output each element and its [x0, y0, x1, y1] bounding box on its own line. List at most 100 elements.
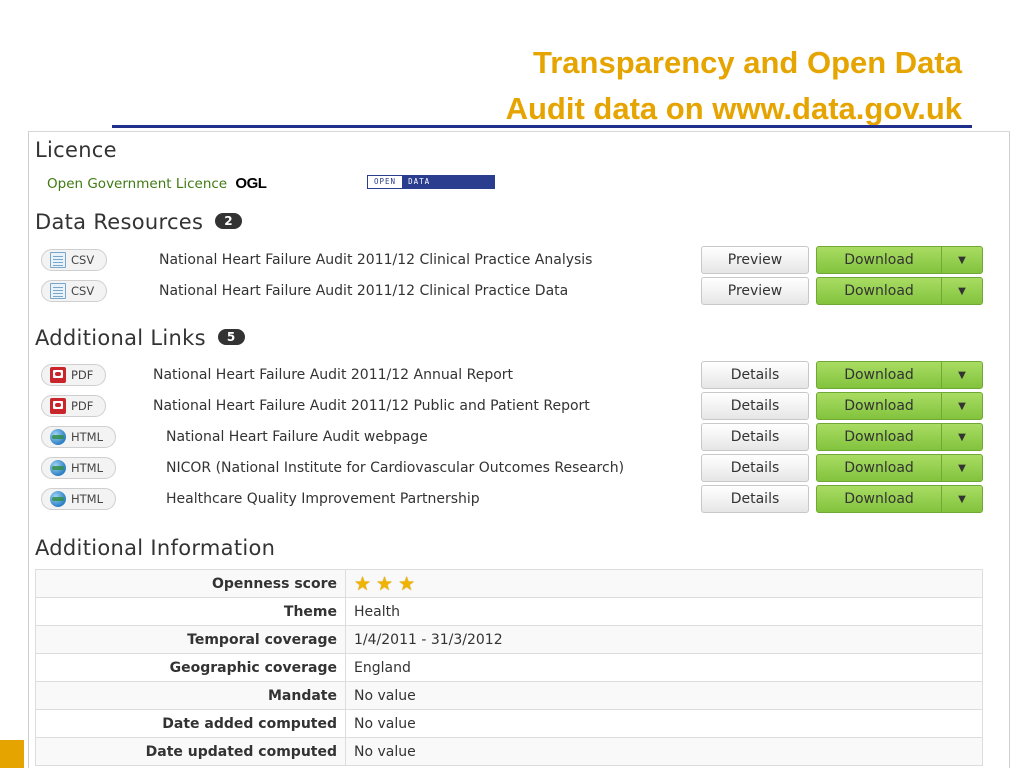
- additional-links-count-badge: 5: [217, 329, 245, 345]
- details-button[interactable]: Details: [701, 392, 809, 420]
- format-label: CSV: [71, 284, 95, 298]
- details-button[interactable]: Details: [701, 485, 809, 513]
- download-button[interactable]: Download: [816, 361, 942, 389]
- data-resources-heading: Data Resources 2: [35, 210, 242, 234]
- resource-title[interactable]: National Heart Failure Audit webpage: [166, 423, 699, 451]
- format-badge[interactable]: CSV: [41, 280, 108, 302]
- format-badge[interactable]: HTML: [41, 426, 117, 448]
- info-key: Temporal coverage: [35, 625, 346, 654]
- format-label: HTML: [71, 492, 104, 506]
- resource-row: CSV National Heart Failure Audit 2011/12 …: [41, 277, 985, 305]
- details-button[interactable]: Details: [701, 423, 809, 451]
- resource-row: CSV National Heart Failure Audit 2011/12 …: [41, 246, 985, 274]
- table-row: Date added computed No value: [35, 709, 983, 738]
- data-resources-title: Data Resources: [35, 210, 204, 234]
- slide-title-line-1: Transparency and Open Data: [533, 45, 962, 80]
- star-icon: ★: [354, 572, 372, 595]
- format-label: PDF: [71, 368, 94, 382]
- licence-row: Open Government Licence OGL: [47, 175, 267, 192]
- resource-row: PDF National Heart Failure Audit 2011/12 …: [41, 361, 985, 389]
- globe-icon: [50, 460, 66, 476]
- info-key: Theme: [35, 597, 346, 626]
- format-label: HTML: [71, 461, 104, 475]
- info-value: No value: [345, 737, 983, 766]
- preview-button[interactable]: Preview: [701, 246, 809, 274]
- table-row: Date updated computed No value: [35, 737, 983, 766]
- open-data-badge-right: DATA: [402, 176, 494, 188]
- caret-down-icon[interactable]: ▼: [941, 361, 983, 389]
- info-key: Mandate: [35, 681, 346, 710]
- format-label: HTML: [71, 430, 104, 444]
- download-button[interactable]: Download: [816, 485, 942, 513]
- caret-down-icon[interactable]: ▼: [941, 392, 983, 420]
- additional-links-title: Additional Links: [35, 326, 206, 350]
- resource-row: HTML Healthcare Quality Improvement Partn…: [41, 485, 985, 513]
- open-data-badge: OPEN DATA: [367, 175, 495, 189]
- title-underline: [112, 125, 972, 128]
- resource-title[interactable]: Healthcare Quality Improvement Partnersh…: [166, 485, 699, 513]
- download-button[interactable]: Download: [816, 423, 942, 451]
- details-button[interactable]: Details: [701, 454, 809, 482]
- download-button[interactable]: Download: [816, 277, 942, 305]
- globe-icon: [50, 429, 66, 445]
- resource-row: HTML NICOR (National Institute for Cardio…: [41, 454, 985, 482]
- resource-title[interactable]: National Heart Failure Audit 2011/12 Pub…: [153, 392, 699, 420]
- info-key: Date updated computed: [35, 737, 346, 766]
- table-row: Mandate No value: [35, 681, 983, 710]
- caret-down-icon[interactable]: ▼: [941, 454, 983, 482]
- table-row: Geographic coverage England: [35, 653, 983, 682]
- pdf-icon: [50, 367, 66, 383]
- format-label: PDF: [71, 399, 94, 413]
- download-button[interactable]: Download: [816, 392, 942, 420]
- info-value: No value: [345, 681, 983, 710]
- resource-title[interactable]: National Heart Failure Audit 2011/12 Ann…: [153, 361, 699, 389]
- format-badge[interactable]: HTML: [41, 488, 117, 510]
- info-value: No value: [345, 709, 983, 738]
- data-resources-count-badge: 2: [215, 213, 242, 229]
- openness-score-value: ★ ★ ★: [345, 569, 983, 598]
- download-button[interactable]: Download: [816, 454, 942, 482]
- additional-links-heading: Additional Links 5: [35, 326, 245, 350]
- licence-heading: Licence: [35, 138, 117, 162]
- csv-icon: [50, 252, 66, 268]
- slide-title: Transparency and Open Data Audit data on…: [506, 40, 962, 132]
- table-row: Temporal coverage 1/4/2011 - 31/3/2012: [35, 625, 983, 654]
- caret-down-icon[interactable]: ▼: [941, 246, 983, 274]
- info-value: 1/4/2011 - 31/3/2012: [345, 625, 983, 654]
- star-icon: ★: [376, 572, 394, 595]
- openness-score-label: Openness score: [35, 569, 346, 598]
- resource-title[interactable]: National Heart Failure Audit 2011/12 Cli…: [159, 246, 699, 274]
- format-badge[interactable]: CSV: [41, 249, 108, 271]
- info-key: Geographic coverage: [35, 653, 346, 682]
- format-badge[interactable]: PDF: [41, 364, 107, 386]
- info-value: England: [345, 653, 983, 682]
- caret-down-icon[interactable]: ▼: [941, 423, 983, 451]
- licence-link[interactable]: Open Government Licence: [47, 176, 227, 192]
- format-badge[interactable]: PDF: [41, 395, 107, 417]
- format-label: CSV: [71, 253, 95, 267]
- accent-square: [0, 740, 24, 768]
- additional-info-heading: Additional Information: [35, 536, 276, 560]
- additional-info-table: Openness score ★ ★ ★ Theme Health Temporal c…: [35, 569, 983, 766]
- caret-down-icon[interactable]: ▼: [941, 277, 983, 305]
- info-key: Date added computed: [35, 709, 346, 738]
- resource-title[interactable]: NICOR (National Institute for Cardiovasc…: [166, 454, 699, 482]
- open-data-badge-left: OPEN: [368, 176, 403, 188]
- caret-down-icon[interactable]: ▼: [941, 485, 983, 513]
- preview-button[interactable]: Preview: [701, 277, 809, 305]
- format-badge[interactable]: HTML: [41, 457, 117, 479]
- dataset-panel: Licence Open Government Licence OGL OPEN…: [28, 131, 1010, 768]
- ogl-logo: OGL: [235, 175, 267, 192]
- resource-title[interactable]: National Heart Failure Audit 2011/12 Cli…: [159, 277, 699, 305]
- star-icon: ★: [398, 572, 416, 595]
- download-button[interactable]: Download: [816, 246, 942, 274]
- csv-icon: [50, 283, 66, 299]
- details-button[interactable]: Details: [701, 361, 809, 389]
- pdf-icon: [50, 398, 66, 414]
- resource-row: HTML National Heart Failure Audit webpage…: [41, 423, 985, 451]
- table-row: Openness score ★ ★ ★: [35, 569, 983, 598]
- resource-row: PDF National Heart Failure Audit 2011/12 …: [41, 392, 985, 420]
- globe-icon: [50, 491, 66, 507]
- table-row: Theme Health: [35, 597, 983, 626]
- info-value: Health: [345, 597, 983, 626]
